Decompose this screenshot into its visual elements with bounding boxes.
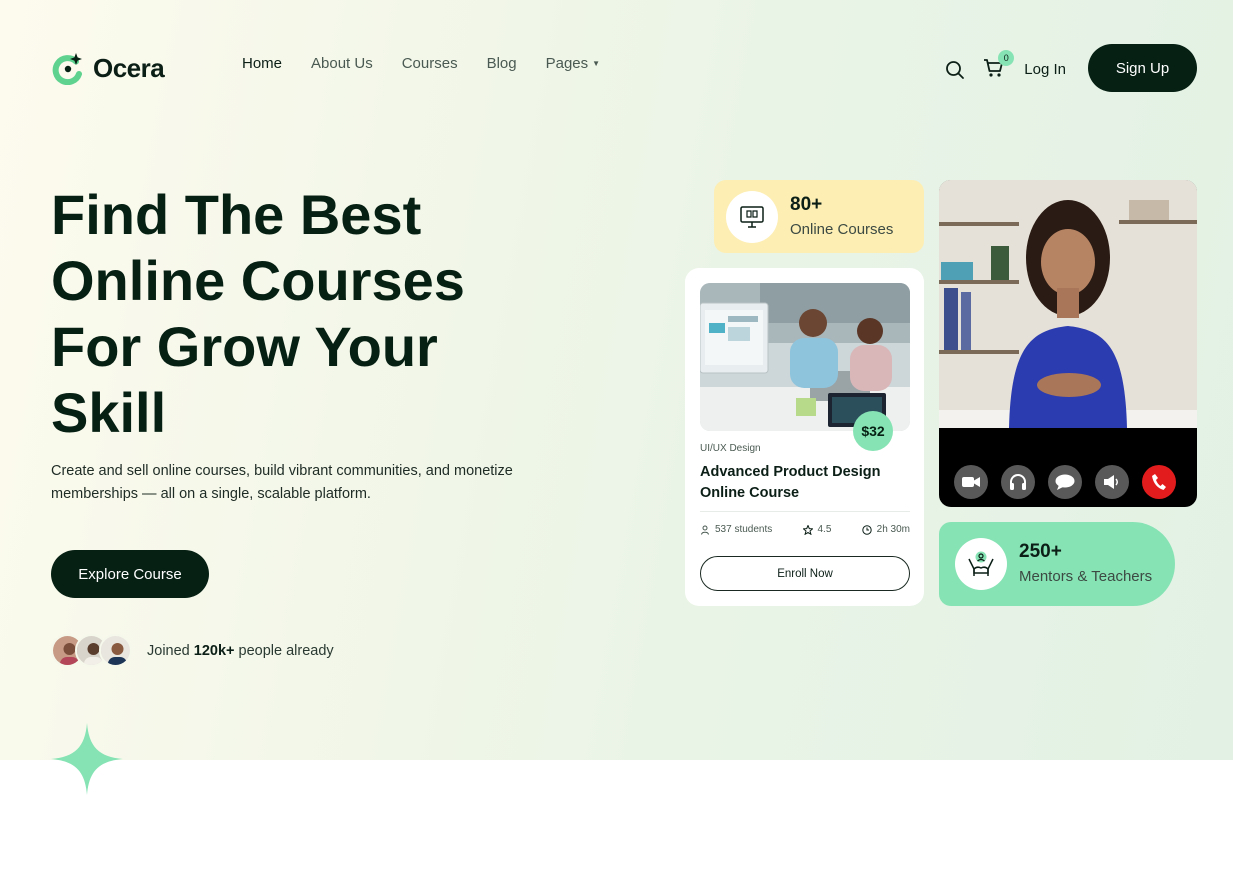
search-button[interactable] bbox=[943, 58, 967, 82]
speaker-icon bbox=[1104, 475, 1118, 489]
course-title[interactable]: Advanced Product Design Online Course bbox=[700, 462, 900, 504]
monitor-book-icon bbox=[740, 205, 764, 228]
chevron-down-icon: ▼ bbox=[592, 59, 601, 68]
speaker-button[interactable] bbox=[1095, 465, 1129, 499]
star-icon bbox=[802, 524, 813, 535]
sparkle-icon bbox=[51, 723, 123, 795]
cart-button[interactable]: 0 bbox=[982, 50, 1015, 80]
camera-icon bbox=[962, 477, 980, 487]
headline-line: Skill bbox=[51, 381, 167, 444]
header-actions: 0 Log In Sign Up bbox=[943, 44, 1197, 92]
mentor-hands-icon bbox=[968, 551, 994, 576]
enroll-now-button[interactable]: Enroll Now bbox=[700, 556, 910, 591]
course-meta: 537 students 4.5 2h 30m bbox=[700, 524, 910, 535]
course-category: UI/UX Design bbox=[700, 443, 761, 454]
headline-line: Find The Best bbox=[51, 183, 422, 246]
rating-meta: 4.5 bbox=[802, 524, 832, 535]
video-feed-image bbox=[939, 180, 1197, 428]
main-nav: Home About Us Courses Blog Pages ▼ bbox=[242, 55, 629, 73]
nav-item-about-us[interactable]: About Us bbox=[311, 55, 373, 73]
logo-text: Ocera bbox=[93, 53, 165, 83]
rating-value: 4.5 bbox=[817, 524, 832, 535]
chat-button[interactable] bbox=[1048, 465, 1082, 499]
end-call-button[interactable] bbox=[1142, 465, 1176, 499]
nav-item-pages[interactable]: Pages ▼ bbox=[546, 55, 600, 73]
headset-icon bbox=[1010, 474, 1026, 490]
duration-meta: 2h 30m bbox=[861, 524, 910, 535]
cart-count-badge: 0 bbox=[998, 50, 1015, 66]
hero-headline: Find The Best Online Courses For Grow Yo… bbox=[51, 182, 571, 446]
clock-icon bbox=[861, 524, 872, 535]
chat-icon bbox=[1055, 474, 1075, 490]
signup-button[interactable]: Sign Up bbox=[1088, 44, 1197, 92]
explore-course-button[interactable]: Explore Course bbox=[51, 550, 209, 598]
stat-mentors-teachers: 250+ Mentors & Teachers bbox=[939, 522, 1175, 606]
video-controls bbox=[954, 465, 1176, 499]
course-card[interactable]: $32 UI/UX Design Advanced Product Design… bbox=[685, 268, 924, 606]
students-meta: 537 students bbox=[700, 524, 772, 535]
brand-logo[interactable]: Ocera bbox=[52, 52, 165, 86]
stat-icon-circle bbox=[726, 190, 778, 243]
nav-item-courses[interactable]: Courses bbox=[402, 55, 458, 73]
nav-item-home[interactable]: Home bbox=[242, 55, 282, 73]
stat-online-courses: 80+ Online Courses bbox=[714, 180, 924, 253]
user-icon bbox=[701, 525, 709, 535]
stat-value: 250+ bbox=[1019, 541, 1062, 562]
stat-label: Mentors & Teachers bbox=[1019, 568, 1153, 585]
stat-icon-circle bbox=[955, 538, 1007, 590]
logo-icon bbox=[52, 52, 85, 86]
end-call-icon bbox=[1152, 474, 1166, 490]
camera-button[interactable] bbox=[954, 465, 988, 499]
divider bbox=[700, 511, 910, 512]
stat-label: Online Courses bbox=[790, 220, 894, 238]
login-link[interactable]: Log In bbox=[1024, 61, 1066, 78]
joined-count: 120k+ bbox=[193, 642, 235, 659]
price-badge: $32 bbox=[853, 411, 893, 451]
nav-item-pages-label: Pages bbox=[545, 55, 589, 72]
search-icon bbox=[946, 61, 965, 79]
headline-line: Online Courses bbox=[51, 249, 465, 312]
headline-line: For Grow Your bbox=[51, 315, 438, 378]
stat-value: 80+ bbox=[790, 193, 823, 215]
avatar-group bbox=[51, 634, 132, 667]
joined-prefix: Joined bbox=[147, 642, 190, 659]
nav-item-blog[interactable]: Blog bbox=[487, 55, 517, 73]
joined-suffix: people already bbox=[238, 642, 334, 659]
joined-social-proof: Joined 120k+ people already bbox=[51, 634, 334, 667]
course-image bbox=[700, 283, 910, 431]
video-call-card bbox=[939, 180, 1197, 507]
students-count: 537 students bbox=[715, 524, 773, 535]
avatar bbox=[99, 634, 132, 667]
hero-subtext: Create and sell online courses, build vi… bbox=[51, 463, 513, 502]
joined-text: Joined 120k+ people already bbox=[147, 643, 334, 659]
headset-button[interactable] bbox=[1001, 465, 1035, 499]
duration-value: 2h 30m bbox=[876, 524, 910, 535]
